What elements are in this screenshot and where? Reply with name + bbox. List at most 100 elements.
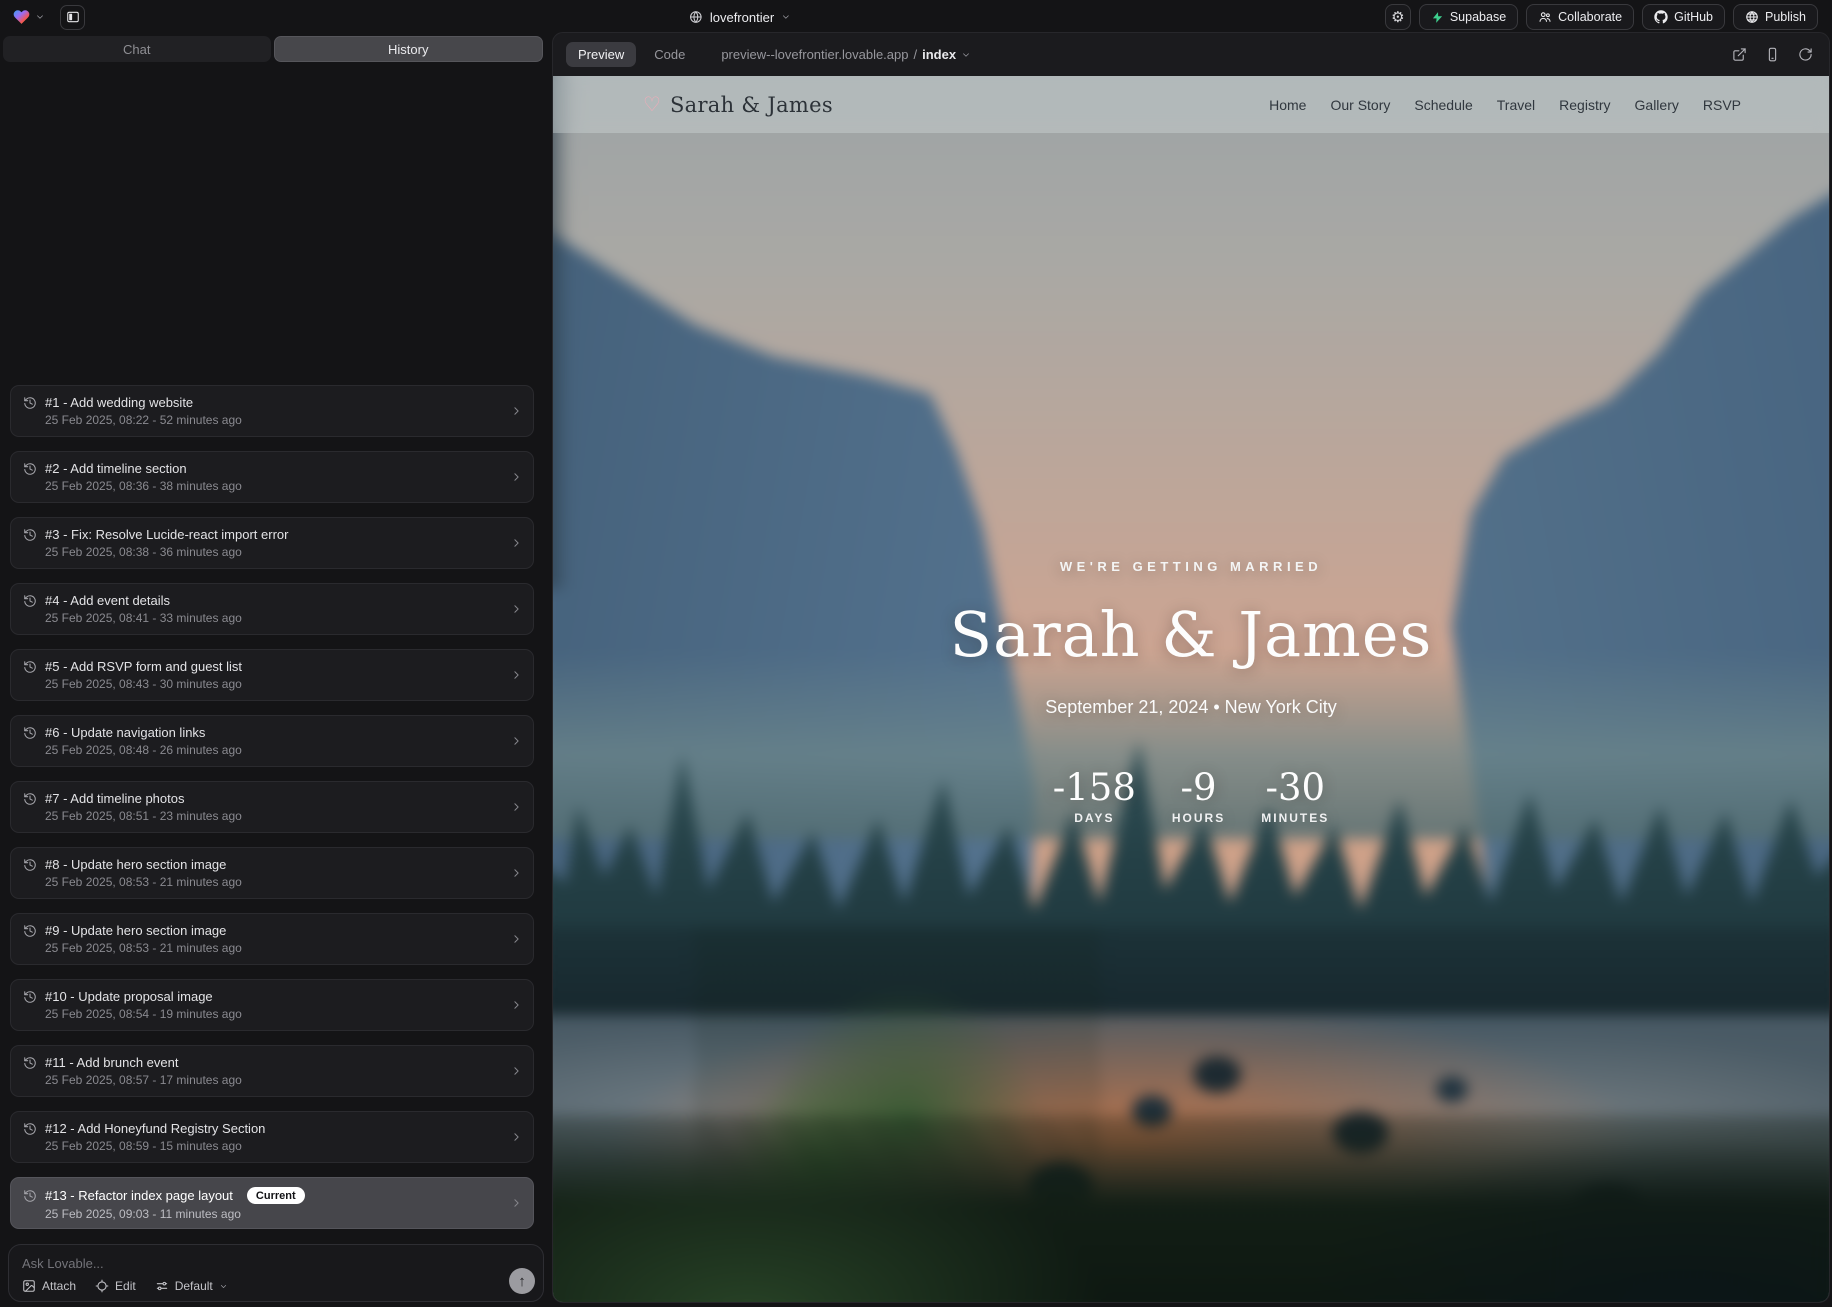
attach-button[interactable]: Attach xyxy=(22,1279,76,1293)
collaborate-button[interactable]: Collaborate xyxy=(1526,4,1634,30)
history-item-title: #8 - Update hero section image xyxy=(45,857,226,872)
chevron-right-icon xyxy=(510,603,523,616)
lovable-app-window: lovefrontier ⚙ Supabase Collaborate xyxy=(0,0,1832,1307)
github-button[interactable]: GitHub xyxy=(1642,4,1725,30)
chevron-right-icon xyxy=(510,735,523,748)
countdown-unit: -158 DAYS xyxy=(1053,766,1136,825)
tab-preview[interactable]: Preview xyxy=(566,42,636,67)
chevron-right-icon xyxy=(510,1065,523,1078)
history-icon xyxy=(23,990,37,1004)
history-item-header: #9 - Update hero section image xyxy=(23,923,503,938)
history-icon xyxy=(23,858,37,872)
chevron-right-icon xyxy=(510,801,523,814)
history-item[interactable]: #10 - Update proposal image 25 Feb 2025,… xyxy=(10,979,534,1031)
prompt-composer: Attach Edit Default xyxy=(8,1244,544,1302)
history-item-header: #1 - Add wedding website xyxy=(23,395,503,410)
history-icon xyxy=(23,1056,37,1070)
tab-history[interactable]: History xyxy=(274,36,544,62)
history-item[interactable]: #7 - Add timeline photos 25 Feb 2025, 08… xyxy=(10,781,534,833)
send-button[interactable]: ↑ xyxy=(509,1268,535,1294)
chevron-right-icon xyxy=(510,867,523,880)
preview-pane: Preview Code preview--lovefrontier.lovab… xyxy=(552,32,1830,1303)
tab-chat[interactable]: Chat xyxy=(3,36,271,62)
countdown-label: DAYS xyxy=(1074,811,1114,825)
hero-subtitle: September 21, 2024 • New York City xyxy=(1045,697,1336,718)
history-item-header: #6 - Update navigation links xyxy=(23,725,503,740)
sidebar-tabs: Chat History xyxy=(3,36,543,62)
chevron-down-icon xyxy=(35,12,45,22)
history-list: #1 - Add wedding website 25 Feb 2025, 08… xyxy=(10,385,534,1243)
lovable-logo-menu[interactable] xyxy=(12,8,45,26)
mode-label: Default xyxy=(175,1279,213,1293)
edit-button[interactable]: Edit xyxy=(95,1279,136,1293)
open-external-icon[interactable] xyxy=(1732,47,1747,62)
history-item-timestamp: 25 Feb 2025, 08:22 - 52 minutes ago xyxy=(45,413,503,427)
supabase-label: Supabase xyxy=(1450,10,1506,24)
history-icon xyxy=(23,792,37,806)
refresh-icon[interactable] xyxy=(1798,47,1813,62)
chevron-right-icon xyxy=(510,1197,523,1210)
history-item-timestamp: 25 Feb 2025, 08:53 - 21 minutes ago xyxy=(45,875,503,889)
mobile-view-icon[interactable] xyxy=(1765,47,1780,62)
url-separator: / xyxy=(913,47,917,62)
history-item-timestamp: 25 Feb 2025, 08:59 - 15 minutes ago xyxy=(45,1139,503,1153)
publish-globe-icon xyxy=(1745,10,1759,24)
panel-left-icon xyxy=(66,10,80,24)
sliders-icon xyxy=(155,1279,169,1293)
history-item-timestamp: 25 Feb 2025, 08:53 - 21 minutes ago xyxy=(45,941,503,955)
history-item[interactable]: #8 - Update hero section image 25 Feb 20… xyxy=(10,847,534,899)
history-icon xyxy=(23,396,37,410)
history-item-timestamp: 25 Feb 2025, 09:03 - 11 minutes ago xyxy=(45,1207,503,1221)
history-item-header: #10 - Update proposal image xyxy=(23,989,503,1004)
history-item[interactable]: #1 - Add wedding website 25 Feb 2025, 08… xyxy=(10,385,534,437)
history-item-title: #4 - Add event details xyxy=(45,593,170,608)
history-item[interactable]: #6 - Update navigation links 25 Feb 2025… xyxy=(10,715,534,767)
supabase-bolt-icon xyxy=(1431,11,1444,24)
history-item-header: #2 - Add timeline section xyxy=(23,461,503,476)
history-item[interactable]: #11 - Add brunch event 25 Feb 2025, 08:5… xyxy=(10,1045,534,1097)
history-item[interactable]: #9 - Update hero section image 25 Feb 20… xyxy=(10,913,534,965)
history-item-header: #8 - Update hero section image xyxy=(23,857,503,872)
history-item[interactable]: #2 - Add timeline section 25 Feb 2025, 0… xyxy=(10,451,534,503)
preview-toolbar: Preview Code preview--lovefrontier.lovab… xyxy=(553,33,1829,76)
gear-icon: ⚙ xyxy=(1391,10,1404,25)
history-item-header: #4 - Add event details xyxy=(23,593,503,608)
top-bar-actions: ⚙ Supabase Collaborate GitHub xyxy=(1385,0,1818,34)
history-item-header: #3 - Fix: Resolve Lucide-react import er… xyxy=(23,527,503,542)
history-item-timestamp: 25 Feb 2025, 08:48 - 26 minutes ago xyxy=(45,743,503,757)
settings-button[interactable]: ⚙ xyxy=(1385,4,1411,30)
arrow-up-icon: ↑ xyxy=(518,1273,526,1290)
chevron-right-icon xyxy=(510,1131,523,1144)
history-item-title: #12 - Add Honeyfund Registry Section xyxy=(45,1121,265,1136)
top-bar-left xyxy=(12,0,85,34)
history-item-timestamp: 25 Feb 2025, 08:43 - 30 minutes ago xyxy=(45,677,503,691)
prompt-input[interactable] xyxy=(22,1253,493,1273)
history-item-timestamp: 25 Feb 2025, 08:54 - 19 minutes ago xyxy=(45,1007,503,1021)
top-bar: lovefrontier ⚙ Supabase Collaborate xyxy=(0,0,1832,34)
lovable-heart-icon xyxy=(12,8,31,26)
site-preview: ♡ Sarah & James HomeOur StoryScheduleTra… xyxy=(553,76,1829,1302)
hero-title: Sarah & James xyxy=(950,598,1433,671)
project-switcher[interactable]: lovefrontier xyxy=(689,0,791,34)
publish-button[interactable]: Publish xyxy=(1733,4,1818,30)
github-icon xyxy=(1654,10,1668,24)
mode-select[interactable]: Default xyxy=(155,1279,228,1293)
toggle-sidebar-button[interactable] xyxy=(60,5,85,30)
attach-label: Attach xyxy=(42,1279,76,1293)
history-item-header: #12 - Add Honeyfund Registry Section xyxy=(23,1121,503,1136)
history-item[interactable]: #13 - Refactor index page layout Current… xyxy=(10,1177,534,1229)
preview-url[interactable]: preview--lovefrontier.lovable.app / inde… xyxy=(721,47,971,62)
history-item-title: #3 - Fix: Resolve Lucide-react import er… xyxy=(45,527,288,542)
countdown-label: HOURS xyxy=(1172,811,1225,825)
history-item[interactable]: #12 - Add Honeyfund Registry Section 25 … xyxy=(10,1111,534,1163)
history-item[interactable]: #5 - Add RSVP form and guest list 25 Feb… xyxy=(10,649,534,701)
history-icon xyxy=(23,1189,37,1203)
tab-code[interactable]: Code xyxy=(642,42,697,67)
history-item-title: #10 - Update proposal image xyxy=(45,989,213,1004)
chevron-down-icon xyxy=(961,50,971,60)
url-page: index xyxy=(922,47,956,62)
history-icon xyxy=(23,660,37,674)
history-item[interactable]: #3 - Fix: Resolve Lucide-react import er… xyxy=(10,517,534,569)
history-item[interactable]: #4 - Add event details 25 Feb 2025, 08:4… xyxy=(10,583,534,635)
supabase-button[interactable]: Supabase xyxy=(1419,4,1518,30)
